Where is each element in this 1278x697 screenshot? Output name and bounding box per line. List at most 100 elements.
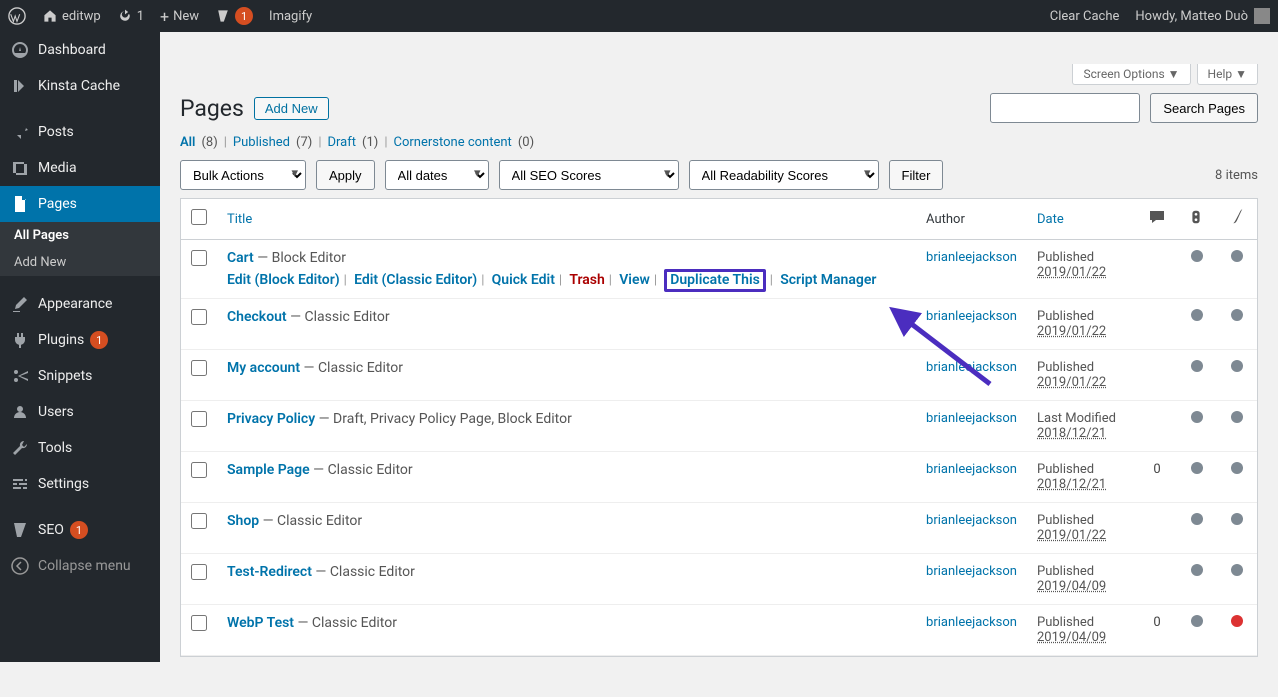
sidebar-item-seo[interactable]: SEO 1 xyxy=(0,512,160,548)
author-link[interactable]: brianleejackson xyxy=(926,462,1017,477)
sidebar-item-posts[interactable]: Posts xyxy=(0,114,160,150)
readability-indicator xyxy=(1231,462,1243,474)
search-input[interactable] xyxy=(990,93,1140,123)
sidebar-item-appearance[interactable]: Appearance xyxy=(0,286,160,322)
page-title-link[interactable]: Privacy Policy xyxy=(227,411,315,427)
row-checkbox[interactable] xyxy=(191,411,207,427)
admin-bar: editwp 1 + New 1 Imagify Clear Cache How… xyxy=(0,0,1278,32)
new-button[interactable]: + New xyxy=(152,0,207,32)
row-checkbox[interactable] xyxy=(191,615,207,631)
filter-cornerstone[interactable]: Cornerstone content xyxy=(394,135,512,150)
seo-score-select[interactable]: All SEO Scores xyxy=(499,160,679,190)
select-all-checkbox[interactable] xyxy=(191,209,207,225)
sidebar-item-dashboard[interactable]: Dashboard xyxy=(0,32,160,68)
add-new-button[interactable]: Add New xyxy=(254,97,329,120)
sidebar-item-plugins[interactable]: Plugins 1 xyxy=(0,322,160,358)
filter-all[interactable]: All xyxy=(180,135,195,150)
date-filter-select[interactable]: All dates xyxy=(385,160,489,190)
editor-suffix: — Classic Editor xyxy=(259,513,362,529)
plug-icon xyxy=(10,330,30,350)
readability-indicator xyxy=(1231,615,1243,627)
sidebar-item-media[interactable]: Media xyxy=(0,150,160,186)
site-home[interactable]: editwp xyxy=(34,0,109,32)
refresh-button[interactable]: 1 xyxy=(109,0,152,32)
col-date[interactable]: Date xyxy=(1027,199,1137,240)
imagify-menu[interactable]: Imagify xyxy=(261,0,320,32)
table-row: WebP Test — Classic Editor brianleejacks… xyxy=(181,605,1257,656)
author-link[interactable]: brianleejackson xyxy=(926,513,1017,528)
row-checkbox[interactable] xyxy=(191,513,207,529)
sidebar-collapse[interactable]: Collapse menu xyxy=(0,548,160,584)
editor-suffix: — Classic Editor xyxy=(294,615,397,631)
filter-button[interactable]: Filter xyxy=(889,160,944,190)
author-link[interactable]: brianleejackson xyxy=(926,564,1017,579)
editor-suffix: — Draft, Privacy Policy Page, Block Edit… xyxy=(315,411,572,427)
readability-indicator xyxy=(1231,513,1243,525)
row-checkbox[interactable] xyxy=(191,564,207,580)
author-link[interactable]: brianleejackson xyxy=(926,309,1017,324)
edit-classic-link[interactable]: Edit (Classic Editor) xyxy=(354,272,477,288)
editor-suffix: — Classic Editor xyxy=(287,309,390,325)
author-link[interactable]: brianleejackson xyxy=(926,250,1017,265)
readability-score-select[interactable]: All Readability Scores xyxy=(689,160,879,190)
table-row: Shop — Classic Editor brianleejackson Pu… xyxy=(181,503,1257,554)
date-status: Published xyxy=(1037,564,1094,579)
page-title-link[interactable]: WebP Test xyxy=(227,615,294,631)
yoast-icon xyxy=(10,520,30,540)
date-value: 2019/01/22 xyxy=(1037,265,1106,280)
filter-published[interactable]: Published xyxy=(233,135,290,150)
quick-edit-link[interactable]: Quick Edit xyxy=(492,272,555,288)
script-manager-link[interactable]: Script Manager xyxy=(780,272,876,288)
sidebar-item-settings[interactable]: Settings xyxy=(0,466,160,502)
sidebar-item-tools[interactable]: Tools xyxy=(0,430,160,466)
pages-table: Title Author Date Cart — Block Editor Ed… xyxy=(180,198,1258,657)
col-readability-icon xyxy=(1217,199,1257,240)
help-tab[interactable]: Help ▼ xyxy=(1197,64,1258,85)
page-title-link[interactable]: Checkout xyxy=(227,309,287,325)
author-link[interactable]: brianleejackson xyxy=(926,615,1017,630)
row-checkbox[interactable] xyxy=(191,250,207,266)
screen-options-tab[interactable]: Screen Options ▼ xyxy=(1072,64,1190,85)
row-checkbox[interactable] xyxy=(191,309,207,325)
edit-block-link[interactable]: Edit (Block Editor) xyxy=(227,272,340,288)
sidebar-sub-add-new[interactable]: Add New xyxy=(0,249,160,276)
seo-indicator xyxy=(1191,411,1203,423)
col-seo-icon xyxy=(1177,199,1217,240)
date-status: Published xyxy=(1037,462,1094,477)
table-row: Checkout — Classic Editor brianleejackso… xyxy=(181,299,1257,350)
editor-suffix: — Classic Editor xyxy=(310,462,413,478)
page-title-link[interactable]: Shop xyxy=(227,513,259,529)
screen-meta: Screen Options ▼ Help ▼ xyxy=(180,64,1258,85)
sidebar-item-snippets[interactable]: Snippets xyxy=(0,358,160,394)
sidebar-item-users[interactable]: Users xyxy=(0,394,160,430)
col-comments-icon[interactable] xyxy=(1137,199,1177,240)
apply-button[interactable]: Apply xyxy=(316,160,375,190)
duplicate-link[interactable]: Duplicate This xyxy=(670,272,760,288)
col-title[interactable]: Title xyxy=(217,199,916,240)
bulk-actions-select[interactable]: Bulk Actions xyxy=(180,160,306,190)
row-checkbox[interactable] xyxy=(191,360,207,376)
page-title-link[interactable]: Sample Page xyxy=(227,462,310,478)
page-title-link[interactable]: Test-Redirect xyxy=(227,564,312,580)
filter-draft[interactable]: Draft xyxy=(328,135,357,150)
wp-logo[interactable] xyxy=(0,0,34,32)
author-link[interactable]: brianleejackson xyxy=(926,360,1017,375)
date-status: Published xyxy=(1037,513,1094,528)
clear-cache-button[interactable]: Clear Cache xyxy=(1042,0,1128,32)
trash-link[interactable]: Trash xyxy=(569,272,604,288)
author-link[interactable]: brianleejackson xyxy=(926,411,1017,426)
howdy-menu[interactable]: Howdy, Matteo Duò xyxy=(1127,0,1278,32)
sidebar-item-pages[interactable]: Pages xyxy=(0,186,160,222)
yoast-notif[interactable]: 1 xyxy=(207,0,261,32)
search-pages-button[interactable]: Search Pages xyxy=(1150,93,1258,123)
view-link[interactable]: View xyxy=(619,272,650,288)
page-icon xyxy=(10,194,30,214)
yoast-icon xyxy=(215,8,231,24)
date-status: Published xyxy=(1037,309,1094,324)
sidebar-sub-all-pages[interactable]: All Pages xyxy=(0,222,160,249)
sidebar-item-kinsta-cache[interactable]: Kinsta Cache xyxy=(0,68,160,104)
page-title-link[interactable]: Cart xyxy=(227,250,254,266)
row-checkbox[interactable] xyxy=(191,462,207,478)
col-author[interactable]: Author xyxy=(916,199,1027,240)
page-title-link[interactable]: My account xyxy=(227,360,300,376)
